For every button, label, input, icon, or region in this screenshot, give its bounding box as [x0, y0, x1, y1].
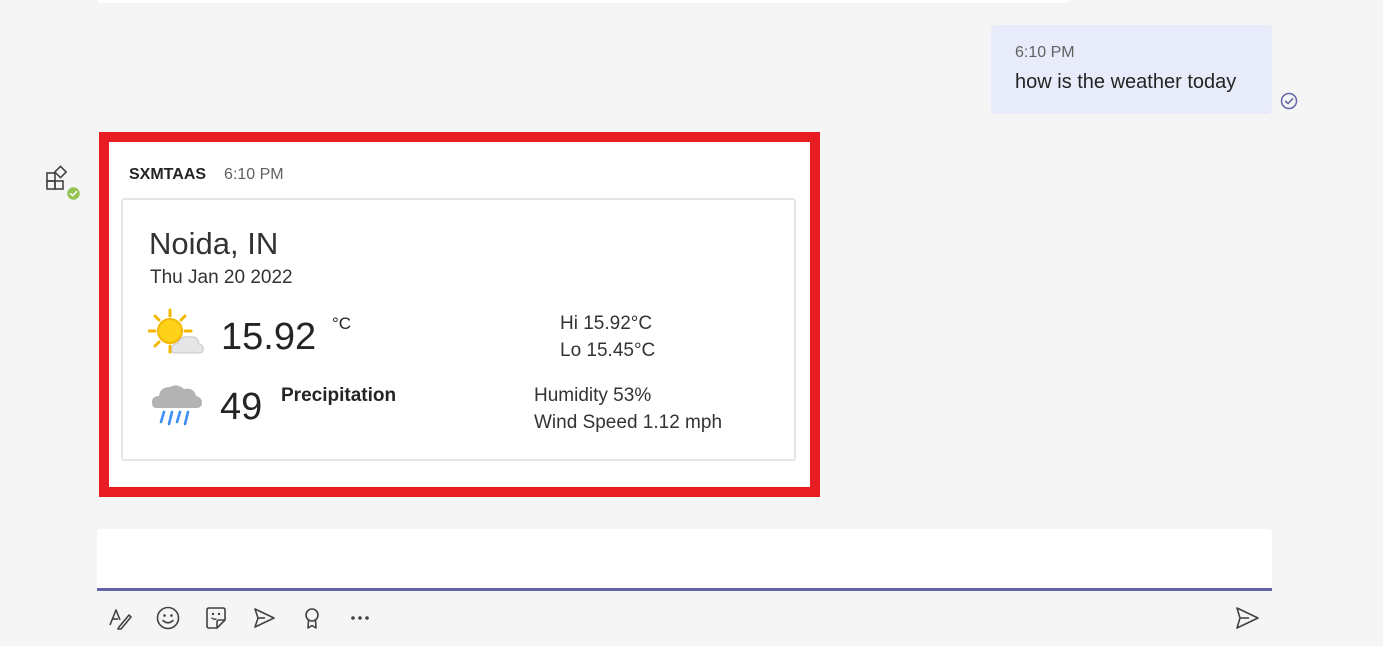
- bot-message-time: 6:10 PM: [224, 166, 284, 183]
- read-receipt-icon: [1280, 92, 1298, 110]
- temperature-value: 15.92: [221, 316, 317, 358]
- wind-speed: Wind Speed 1.12 mph: [534, 412, 723, 433]
- bot-message-highlight: SXMTAAS 6:10 PM Noida, IN Thu Jan 20 202…: [99, 132, 820, 497]
- weather-date: Thu Jan 20 2022: [150, 267, 293, 288]
- weather-city: Noida, IN: [149, 226, 279, 261]
- low-temperature: Lo 15.45°C: [560, 340, 656, 361]
- weather-card[interactable]: Noida, IN Thu Jan 20 2022 15.92 °C Hi 15…: [121, 198, 796, 461]
- high-temperature: Hi 15.92°C: [560, 313, 653, 334]
- user-message-time: 6:10 PM: [1015, 44, 1075, 61]
- previous-message-edge: [98, 0, 1068, 3]
- humidity: Humidity 53%: [534, 385, 652, 406]
- temperature-unit: °C: [332, 314, 352, 333]
- precipitation-value: 49: [220, 386, 263, 428]
- presence-available-icon: [66, 186, 81, 201]
- rain-cloud-icon: [152, 385, 202, 426]
- schedule-send-icon[interactable]: [250, 604, 278, 632]
- format-icon[interactable]: [106, 604, 134, 632]
- sticker-icon[interactable]: [202, 604, 230, 632]
- more-options-icon[interactable]: [346, 604, 374, 632]
- partly-sunny-icon: [148, 308, 204, 354]
- user-message-bubble[interactable]: 6:10 PM how is the weather today: [991, 25, 1272, 114]
- bot-sender-name: SXMTAAS: [129, 166, 207, 183]
- bot-avatar[interactable]: [44, 164, 84, 204]
- send-icon[interactable]: [1233, 604, 1261, 632]
- bot-message-header: SXMTAAS 6:10 PM: [129, 166, 284, 188]
- user-message-text: how is the weather today: [1015, 71, 1237, 93]
- emoji-icon[interactable]: [154, 604, 182, 632]
- precipitation-label: Precipitation: [281, 385, 397, 406]
- praise-icon[interactable]: [298, 604, 326, 632]
- compose-message-input[interactable]: [97, 529, 1272, 591]
